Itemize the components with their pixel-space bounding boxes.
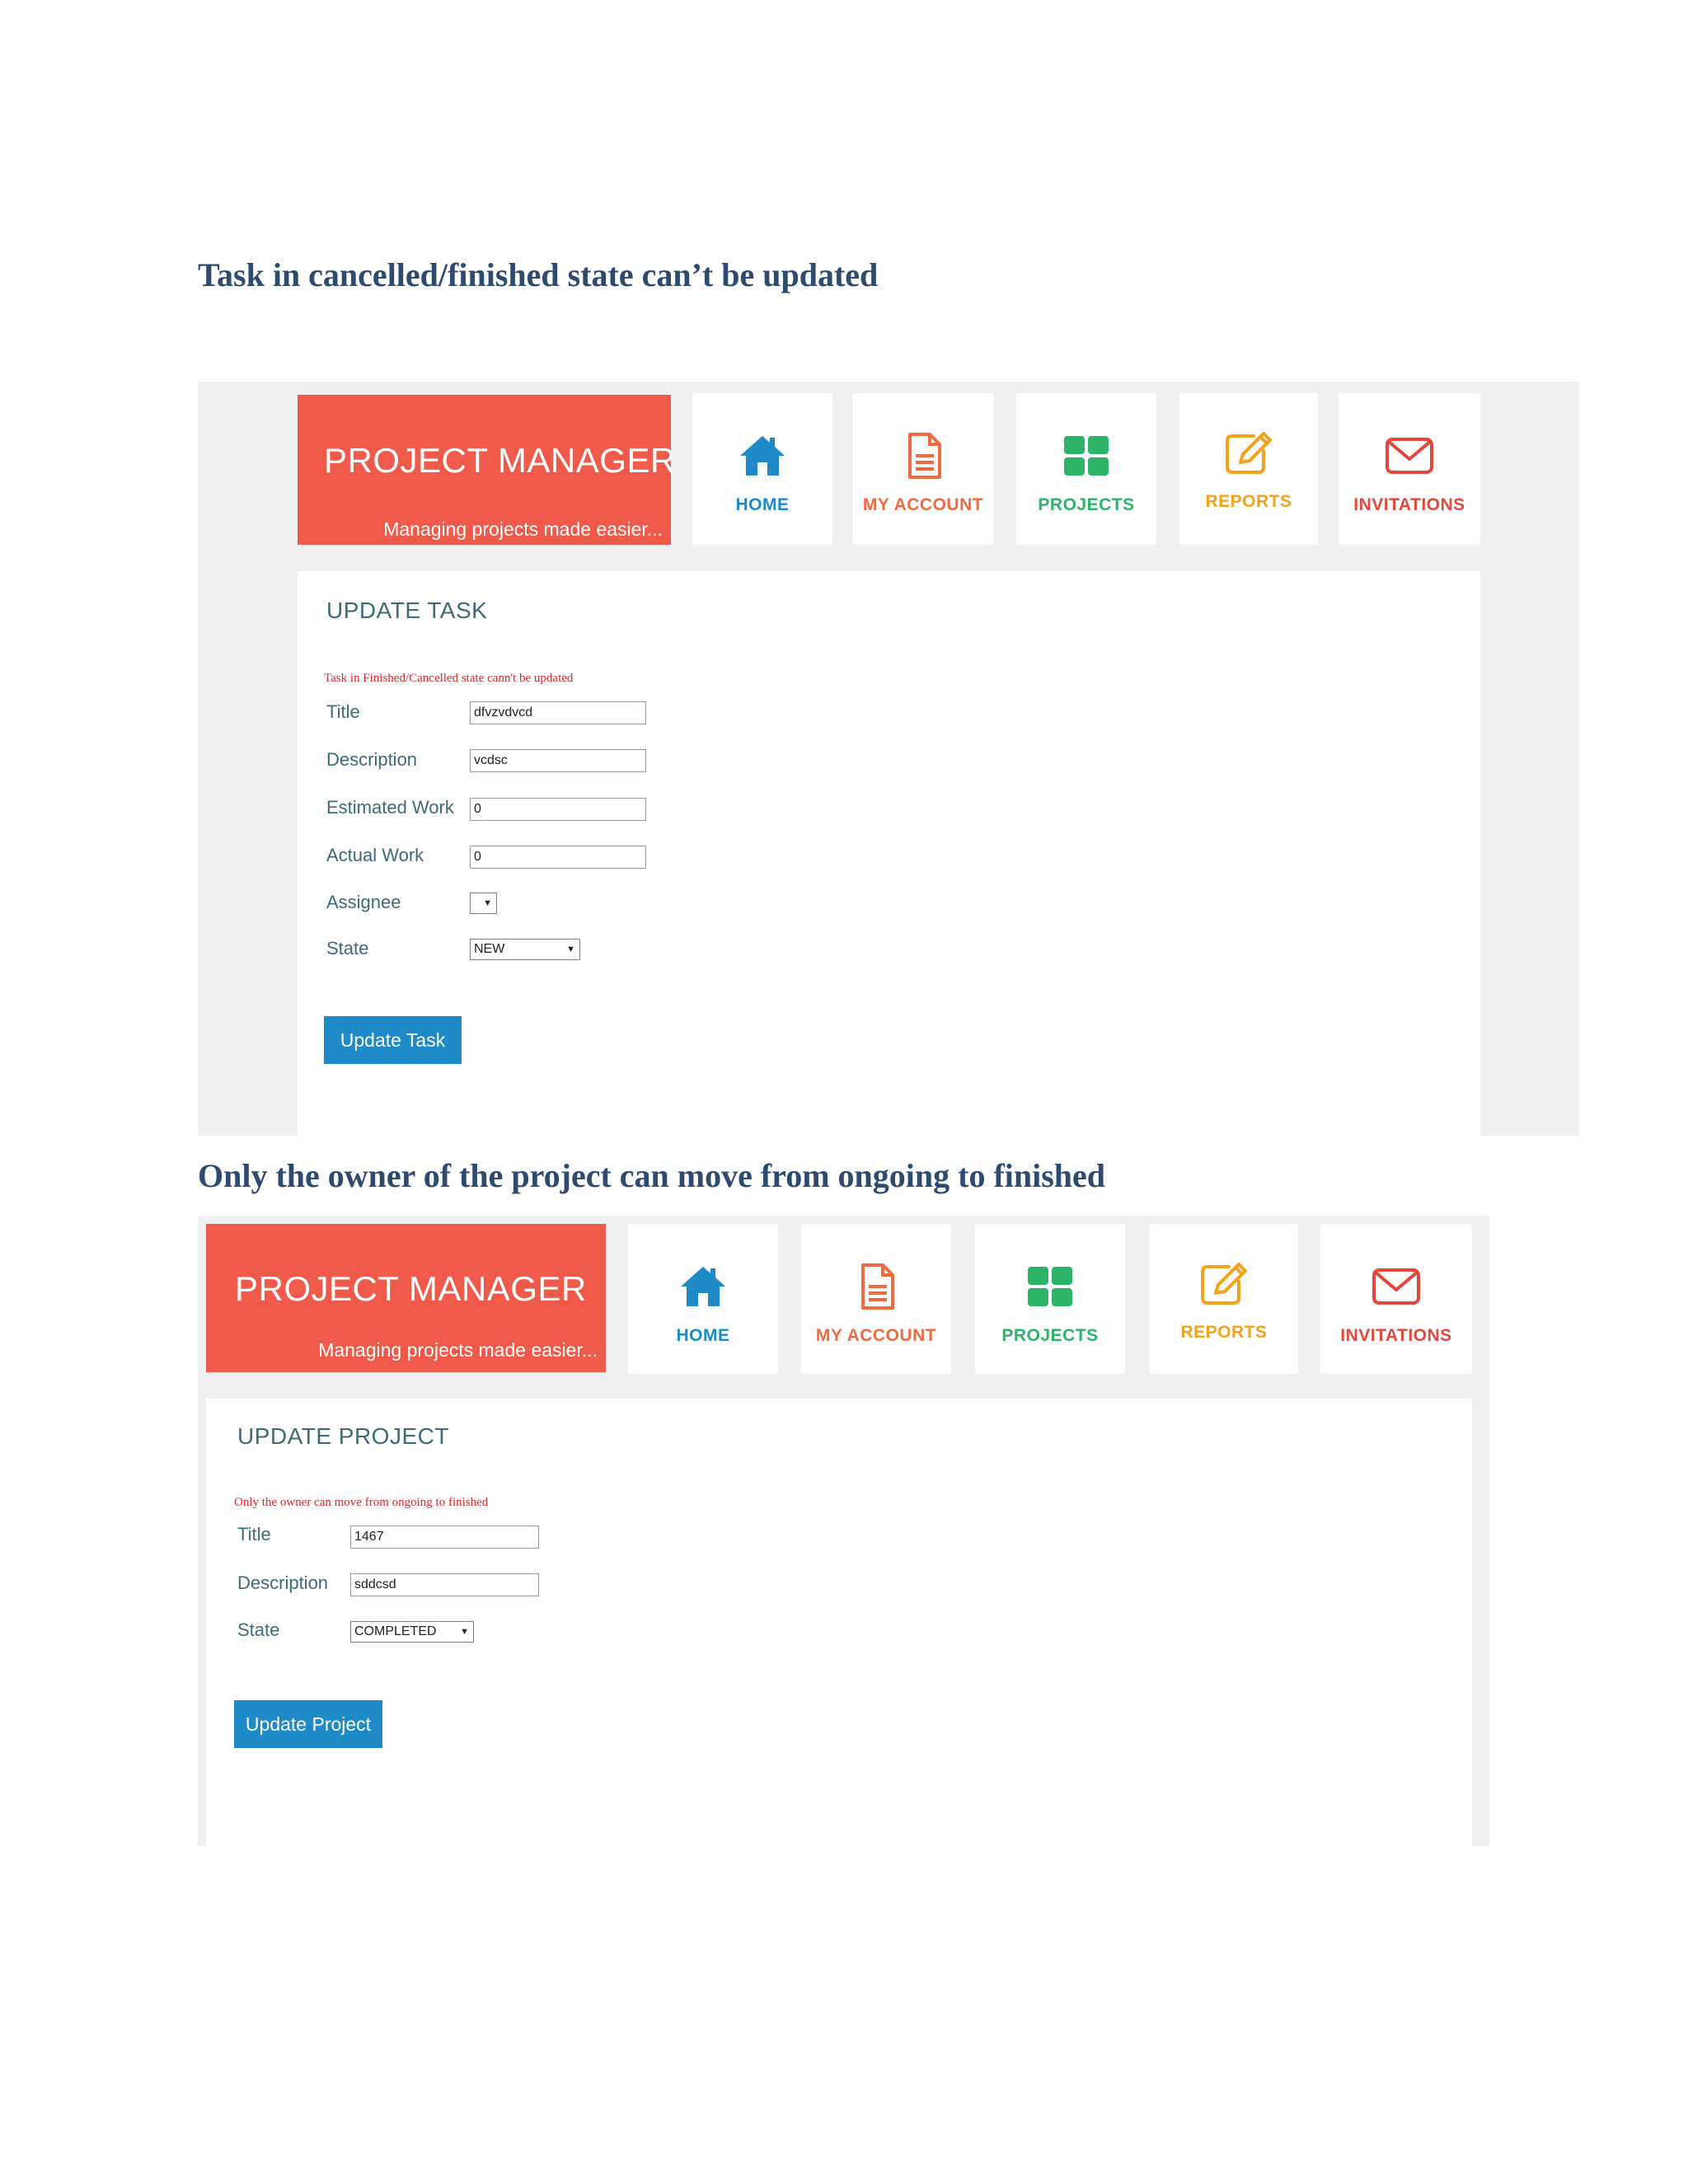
document-icon: [861, 1263, 894, 1310]
nav-my-account[interactable]: MY ACCOUNT: [853, 393, 993, 545]
state-select-value: NEW: [474, 942, 505, 956]
assignee-label: Assignee: [326, 892, 401, 912]
nav-invitations[interactable]: INVITATIONS: [1320, 1224, 1472, 1374]
dropdown-arrow-icon: ▼: [460, 1627, 469, 1637]
brand-banner[interactable]: PROJECT MANAGER Managing projects made e…: [298, 395, 675, 545]
dropdown-arrow-icon: ▼: [483, 898, 492, 908]
nav-home[interactable]: HOME: [692, 393, 832, 545]
estimated-work-input[interactable]: 0: [470, 798, 646, 821]
error-message: Only the owner can move from ongoing to …: [234, 1496, 489, 1509]
assignee-select[interactable]: ▼: [470, 893, 497, 914]
edit-icon: [1201, 1263, 1247, 1305]
task-screenshot: PROJECT MANAGER Managing projects made e…: [198, 382, 1579, 1136]
state-label: State: [237, 1619, 280, 1640]
actual-work-input[interactable]: 0: [470, 846, 646, 869]
nav-projects[interactable]: PROJECTS: [975, 1224, 1125, 1374]
update-task-button[interactable]: Update Task: [324, 1016, 462, 1064]
nav-invitations[interactable]: INVITATIONS: [1339, 393, 1480, 545]
nav-label-home: HOME: [735, 495, 790, 514]
nav-reports[interactable]: REPORTS: [1150, 1224, 1298, 1374]
nav-projects[interactable]: PROJECTS: [1016, 393, 1156, 545]
nav-label-my-account: MY ACCOUNT: [815, 1326, 937, 1345]
description-input[interactable]: vcdsc: [470, 749, 646, 772]
title-label: Title: [326, 701, 360, 722]
error-message: Task in Finished/Cancelled state cann't …: [324, 672, 574, 685]
nav-label-reports: REPORTS: [1205, 492, 1292, 511]
nav-label-home: HOME: [676, 1326, 730, 1345]
update-task-panel: UPDATE TASK Task in Finished/Cancelled s…: [298, 571, 1480, 1136]
nav-my-account[interactable]: MY ACCOUNT: [801, 1224, 951, 1374]
edit-icon: [1226, 432, 1272, 474]
envelope-icon: [1372, 1268, 1420, 1305]
description-input[interactable]: sddcsd: [350, 1573, 539, 1596]
brand-title: PROJECT MANAGER: [324, 441, 676, 480]
state-select-value: COMPLETED: [354, 1624, 437, 1638]
state-select[interactable]: COMPLETED ▼: [350, 1621, 474, 1643]
document-icon: [908, 433, 941, 479]
brand-title: PROJECT MANAGER: [235, 1269, 587, 1308]
update-project-panel: UPDATE PROJECT Only the owner can move f…: [206, 1399, 1472, 1846]
section-heading-task: Task in cancelled/finished state can’t b…: [198, 256, 879, 293]
nav-label-my-account: MY ACCOUNT: [862, 495, 984, 514]
title-input[interactable]: dfvzvdvcd: [470, 701, 646, 724]
state-label: State: [326, 938, 369, 958]
estimated-work-label: Estimated Work: [326, 797, 454, 818]
brand-banner[interactable]: PROJECT MANAGER Managing projects made e…: [206, 1224, 606, 1372]
nav-label-projects: PROJECTS: [1038, 495, 1135, 514]
description-label: Description: [237, 1572, 329, 1593]
nav-home[interactable]: HOME: [628, 1224, 778, 1374]
title-input[interactable]: 1467: [350, 1526, 539, 1549]
home-icon: [740, 436, 785, 476]
home-icon: [681, 1267, 725, 1306]
nav-reports[interactable]: REPORTS: [1179, 393, 1318, 545]
nav-label-projects: PROJECTS: [1001, 1326, 1099, 1345]
title-label: Title: [237, 1524, 271, 1544]
grid-icon: [1064, 436, 1109, 476]
update-project-button[interactable]: Update Project: [234, 1700, 382, 1748]
nav-label-reports: REPORTS: [1180, 1323, 1268, 1342]
description-label: Description: [326, 749, 418, 770]
panel-title: UPDATE PROJECT: [237, 1423, 449, 1449]
actual-work-label: Actual Work: [326, 845, 424, 865]
state-select[interactable]: NEW ▼: [470, 939, 580, 960]
section-heading-project: Only the owner of the project can move f…: [198, 1157, 1106, 1194]
panel-title: UPDATE TASK: [326, 598, 488, 623]
project-screenshot: PROJECT MANAGER Managing projects made e…: [198, 1216, 1489, 1846]
nav-label-invitations: INVITATIONS: [1340, 1326, 1452, 1345]
grid-icon: [1028, 1267, 1072, 1306]
brand-tagline: Managing projects made easier...: [383, 518, 663, 540]
brand-tagline: Managing projects made easier...: [318, 1339, 598, 1361]
dropdown-arrow-icon: ▼: [566, 944, 575, 954]
nav-label-invitations: INVITATIONS: [1353, 495, 1465, 514]
envelope-icon: [1386, 438, 1433, 474]
